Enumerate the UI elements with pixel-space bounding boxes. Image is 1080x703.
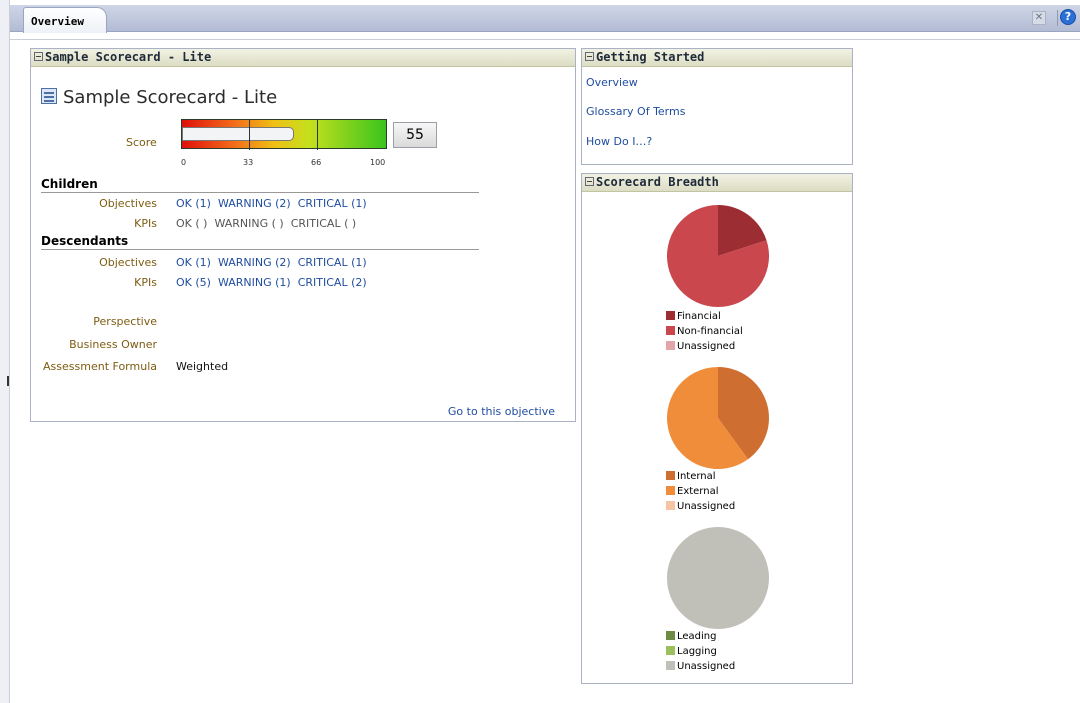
descendants-kpis-ok-link[interactable]: OK (5) <box>176 276 211 289</box>
left-edge <box>0 0 10 703</box>
gauge-marker-33 <box>249 120 250 150</box>
legend-label: Non-financial <box>677 326 743 337</box>
legend-item: Unassigned <box>666 499 735 514</box>
legend-swatch <box>666 341 675 350</box>
children-objectives-status: OK (1) WARNING (2) CRITICAL (1) <box>176 197 374 210</box>
internal-external-pie-chart <box>667 367 769 469</box>
legend-item: External <box>666 484 735 499</box>
legend-item: Leading <box>666 629 735 644</box>
collapse-icon[interactable] <box>585 52 594 61</box>
legend-label: Unassigned <box>677 341 736 352</box>
descendants-kpis-status: OK (5) WARNING (1) CRITICAL (2) <box>176 276 374 289</box>
business-owner-label: Business Owner <box>69 338 157 351</box>
descendants-objectives-status: OK (1) WARNING (2) CRITICAL (1) <box>176 256 374 269</box>
descendants-objectives-ok-link[interactable]: OK (1) <box>176 256 211 269</box>
children-kpis-warning: WARNING ( ) <box>214 217 284 230</box>
children-heading: Children <box>41 177 479 193</box>
help-icon[interactable]: ? <box>1060 9 1076 25</box>
go-to-objective-link[interactable]: Go to this objective <box>448 405 555 418</box>
legend-swatch <box>666 661 675 670</box>
descendants-objectives-label: Objectives <box>99 256 157 269</box>
legend-item: Lagging <box>666 644 735 659</box>
legend-swatch <box>666 631 675 640</box>
scorecard-breadth-panel: Scorecard Breadth Financial Non-financia… <box>581 173 853 684</box>
scorecard-icon <box>41 88 57 104</box>
getting-started-header[interactable]: Getting Started <box>582 49 852 67</box>
legend-label: Unassigned <box>677 661 736 672</box>
legend-swatch <box>666 471 675 480</box>
assessment-formula-value: Weighted <box>176 360 229 373</box>
descendants-heading: Descendants <box>41 234 479 250</box>
legend-label: Lagging <box>677 646 717 657</box>
scorecard-title: Sample Scorecard - Lite <box>41 87 277 108</box>
children-kpis-label: KPIs <box>134 217 157 230</box>
scorecard-title-text: Sample Scorecard - Lite <box>63 87 278 108</box>
scorecard-panel-header[interactable]: Sample Scorecard - Lite <box>31 49 575 67</box>
scorecard-panel-title: Sample Scorecard - Lite <box>45 50 212 64</box>
legend-label: Financial <box>677 311 721 322</box>
legend-item: Unassigned <box>666 659 735 674</box>
tab-divider <box>1057 10 1058 26</box>
legend-label: Unassigned <box>677 501 736 512</box>
children-kpis-status: OK ( ) WARNING ( ) CRITICAL ( ) <box>176 217 363 230</box>
descendants-kpis-warning-link[interactable]: WARNING (1) <box>218 276 291 289</box>
scorecard-breadth-title: Scorecard Breadth <box>596 175 719 189</box>
children-kpis-critical: CRITICAL ( ) <box>290 217 357 230</box>
collapse-icon[interactable] <box>585 177 594 186</box>
leading-lagging-pie-chart <box>667 527 769 629</box>
gauge-tick-33: 33 <box>243 158 254 167</box>
gauge-marker-66 <box>317 120 318 150</box>
legend-item: Internal <box>666 469 735 484</box>
legend-item: Unassigned <box>666 339 743 354</box>
legend-item: Financial <box>666 309 743 324</box>
score-gauge <box>181 119 387 150</box>
score-label: Score <box>126 136 157 149</box>
scorecard-panel: Sample Scorecard - Lite Sample Scorecard… <box>30 48 576 422</box>
children-objectives-ok-link[interactable]: OK (1) <box>176 197 211 210</box>
children-kpis-ok: OK ( ) <box>176 217 208 230</box>
descendants-objectives-warning-link[interactable]: WARNING (2) <box>218 256 291 269</box>
pie-slice-unassigned <box>667 527 769 629</box>
score-gauge-bar <box>182 127 294 141</box>
getting-started-title: Getting Started <box>596 50 705 64</box>
scorecard-breadth-header[interactable]: Scorecard Breadth <box>582 174 852 192</box>
pie-legend-1: Financial Non-financial Unassigned <box>666 309 743 354</box>
legend-item: Non-financial <box>666 324 743 339</box>
splitter-handle[interactable] <box>7 376 9 386</box>
overview-link[interactable]: Overview <box>586 76 638 89</box>
children-objectives-warning-link[interactable]: WARNING (2) <box>218 197 291 210</box>
gauge-tick-66: 66 <box>311 158 322 167</box>
perspective-label: Perspective <box>93 315 157 328</box>
legend-swatch <box>666 311 675 320</box>
collapse-icon[interactable] <box>34 52 43 61</box>
close-icon[interactable]: ✕ <box>1032 11 1046 25</box>
gauge-tick-100: 100 <box>370 158 386 167</box>
legend-label: Leading <box>677 631 717 642</box>
score-value: 55 <box>393 122 437 148</box>
gauge-tick-0: 0 <box>181 158 187 167</box>
legend-label: External <box>677 486 719 497</box>
children-objectives-critical-link[interactable]: CRITICAL (1) <box>298 197 367 210</box>
legend-swatch <box>666 326 675 335</box>
legend-swatch <box>666 501 675 510</box>
descendants-objectives-critical-link[interactable]: CRITICAL (1) <box>298 256 367 269</box>
content-strip <box>10 32 1080 40</box>
children-objectives-label: Objectives <box>99 197 157 210</box>
pie-legend-3: Leading Lagging Unassigned <box>666 629 735 674</box>
descendants-kpis-label: KPIs <box>134 276 157 289</box>
legend-swatch <box>666 486 675 495</box>
tab-overview[interactable]: Overview <box>23 7 107 33</box>
glossary-link[interactable]: Glossary Of Terms <box>586 105 685 118</box>
legend-swatch <box>666 646 675 655</box>
descendants-kpis-critical-link[interactable]: CRITICAL (2) <box>298 276 367 289</box>
getting-started-panel: Getting Started Overview Glossary Of Ter… <box>581 48 853 165</box>
tab-bar: Overview ✕ ? <box>10 5 1080 33</box>
how-do-i-link[interactable]: How Do I…? <box>586 135 652 148</box>
assessment-formula-label: Assessment Formula <box>43 360 157 373</box>
pie-legend-2: Internal External Unassigned <box>666 469 735 514</box>
perspective-pie-chart <box>667 205 769 307</box>
legend-label: Internal <box>677 471 716 482</box>
